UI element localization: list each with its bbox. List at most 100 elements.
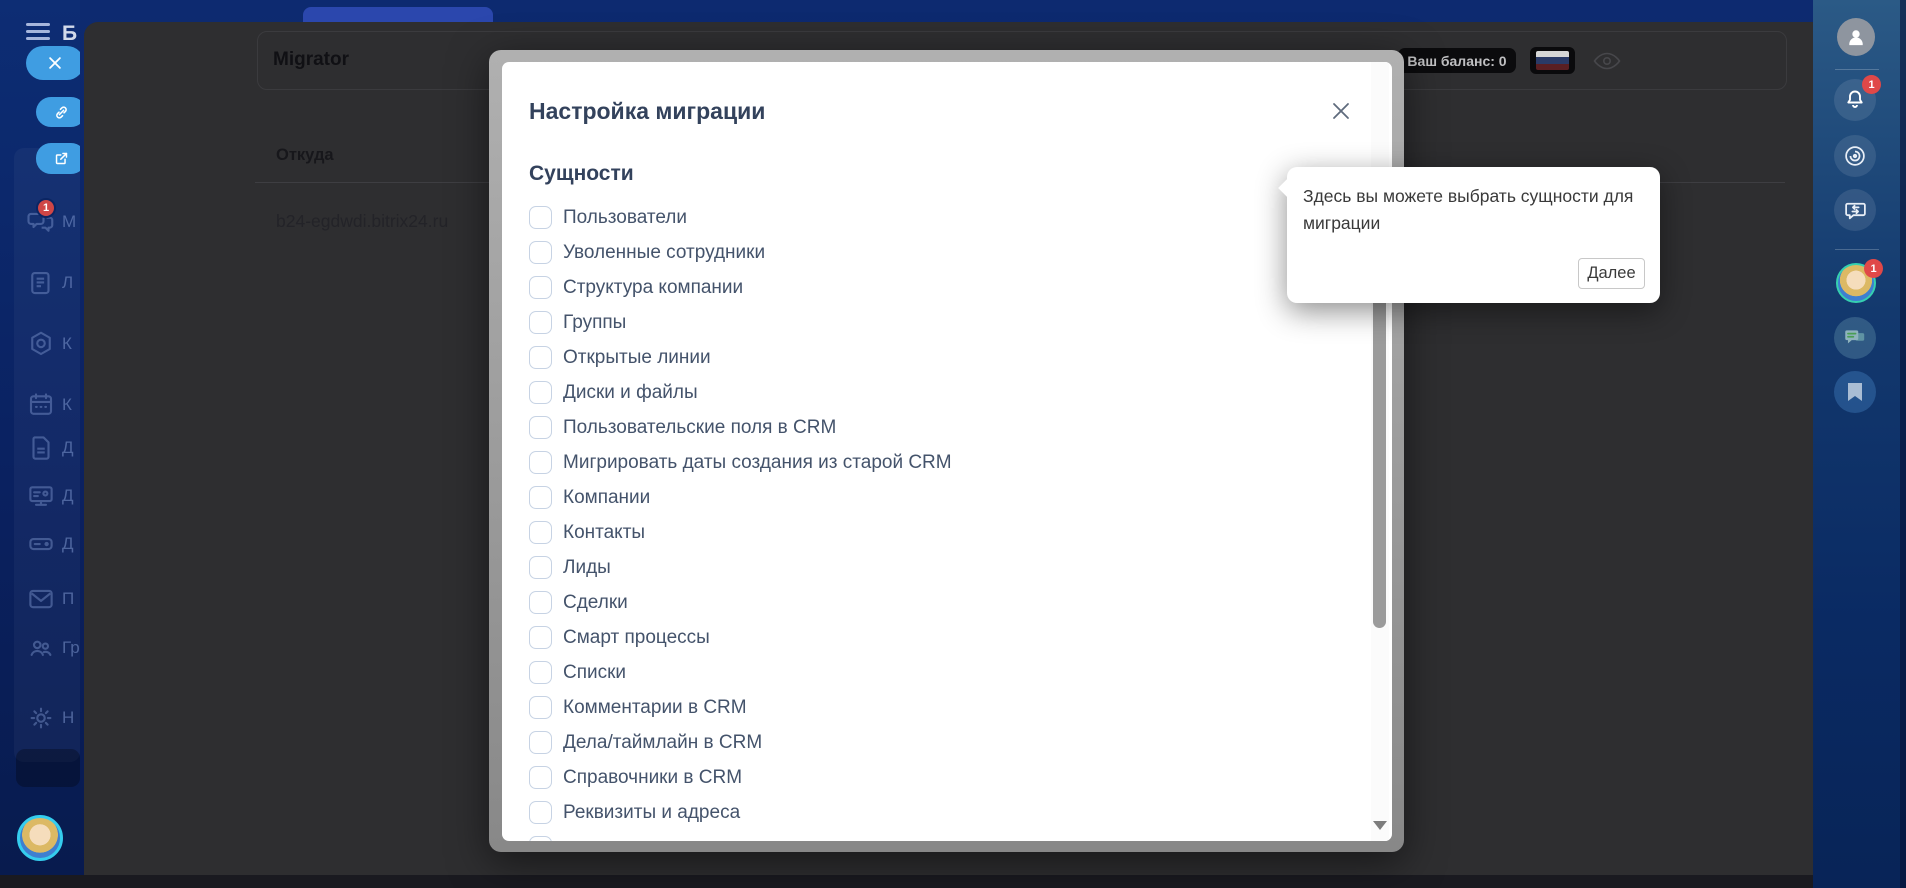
sidebar-bottom-button[interactable] xyxy=(16,749,80,787)
entity-label: Уволенные сотрудники xyxy=(563,241,766,263)
entity-row[interactable]: Справочники в CRM xyxy=(529,760,1352,795)
checkbox[interactable] xyxy=(529,766,552,789)
tour-tooltip: Здесь вы можете выбрать сущности для миг… xyxy=(1278,167,1660,303)
entity-row[interactable]: Пользовательские поля в CRM xyxy=(529,410,1352,445)
entity-row[interactable]: Диски и файлы xyxy=(529,375,1352,410)
bookmark-glyph xyxy=(1848,383,1862,401)
sidebar-item-label[interactable]: Д xyxy=(62,486,74,506)
entity-row[interactable]: Мигрировать даты создания из старой CRM xyxy=(529,445,1352,480)
chat-transfer-icon[interactable] xyxy=(1834,189,1876,231)
right-sidebar: 1 1 xyxy=(1813,0,1906,888)
language-flag-button[interactable] xyxy=(1530,47,1575,74)
entity-label: Смарт процессы xyxy=(563,626,710,648)
sidebar-item-label[interactable]: Д xyxy=(62,534,74,554)
link-icon xyxy=(55,105,67,119)
sidebar-item-label[interactable]: Л xyxy=(62,273,73,293)
groups-icon[interactable] xyxy=(26,633,56,663)
checkbox[interactable] xyxy=(529,731,552,754)
slider-close-button[interactable] xyxy=(26,46,80,80)
checkbox[interactable] xyxy=(529,556,552,579)
checkbox[interactable] xyxy=(529,346,552,369)
entity-row[interactable]: Лиды xyxy=(529,550,1352,585)
entity-row[interactable]: Контакты xyxy=(529,515,1352,550)
checkbox[interactable] xyxy=(529,311,552,334)
entity-row[interactable]: Уволенные сотрудники xyxy=(529,235,1352,270)
copilot-icon[interactable] xyxy=(1834,135,1876,177)
entities-section-title: Сущности xyxy=(529,162,634,185)
checkbox[interactable] xyxy=(529,206,552,229)
checkbox[interactable] xyxy=(529,626,552,649)
bookmark-icon[interactable] xyxy=(1834,371,1876,413)
entity-label: Справочники в CRM xyxy=(563,766,743,788)
checkbox[interactable] xyxy=(529,451,552,474)
entity-label: Сделки xyxy=(563,591,628,613)
entity-row[interactable]: Структура компании xyxy=(529,270,1352,305)
entity-label: Лиды xyxy=(563,556,611,578)
entity-label: Контакты xyxy=(563,521,646,543)
entity-label: Комментарии в CRM xyxy=(563,696,747,718)
copy-link-button[interactable] xyxy=(36,97,80,127)
modal-close-button[interactable] xyxy=(1330,100,1356,126)
entity-row[interactable]: Списки xyxy=(529,655,1352,690)
mail-icon[interactable] xyxy=(26,584,56,614)
sidebar-item-label[interactable]: Д xyxy=(62,438,74,458)
checkbox[interactable] xyxy=(529,416,552,439)
messenger-badge: 1 xyxy=(36,198,56,218)
profile-avatar-icon[interactable] xyxy=(1837,18,1875,56)
checkbox[interactable] xyxy=(529,276,552,299)
current-user-avatar[interactable] xyxy=(17,815,63,861)
checkbox[interactable] xyxy=(529,241,552,264)
entity-row[interactable] xyxy=(529,830,1352,841)
settings-icon[interactable] xyxy=(26,703,56,733)
sidebar-item-label[interactable]: М xyxy=(62,212,76,232)
modal-title: Настройка миграции xyxy=(529,98,766,124)
checkbox[interactable] xyxy=(529,661,552,684)
entity-row[interactable]: Комментарии в CRM xyxy=(529,690,1352,725)
sidebar-item-label[interactable]: П xyxy=(62,589,74,609)
entity-row[interactable]: Группы xyxy=(529,305,1352,340)
entities-list: Пользователи Уволенные сотрудники Структ… xyxy=(529,200,1352,841)
feed-icon[interactable] xyxy=(26,268,56,298)
eye-icon[interactable] xyxy=(1593,52,1621,70)
entity-row[interactable]: Сделки xyxy=(529,585,1352,620)
messenger-chat-icon[interactable] xyxy=(1834,317,1876,359)
app-tab[interactable] xyxy=(303,7,493,22)
entity-row[interactable]: Пользователи xyxy=(529,200,1352,235)
boards-icon[interactable] xyxy=(26,481,56,511)
entity-label: Компании xyxy=(563,486,651,508)
balance-badge[interactable]: Ваш баланс: 0 xyxy=(1398,48,1516,73)
checkbox[interactable] xyxy=(529,696,552,719)
tooltip-text: Здесь вы можете выбрать сущности для миг… xyxy=(1303,186,1634,233)
close-icon xyxy=(49,57,61,69)
docs-icon[interactable] xyxy=(26,433,56,463)
entity-label: Пользовательские поля в CRM xyxy=(563,416,837,438)
open-in-new-window-button[interactable] xyxy=(36,143,80,174)
entity-label: Открытые линии xyxy=(563,346,711,368)
checkbox[interactable] xyxy=(529,381,552,404)
checkbox[interactable] xyxy=(529,801,552,824)
user-avatar-badge: 1 xyxy=(1864,259,1883,278)
entity-label: Дела/таймлайн в CRM xyxy=(563,731,763,753)
drive-icon[interactable] xyxy=(26,529,56,559)
entity-row[interactable]: Компании xyxy=(529,480,1352,515)
entity-row[interactable]: Реквизиты и адреса xyxy=(529,795,1352,830)
checkbox[interactable] xyxy=(529,486,552,509)
entity-row[interactable]: Открытые линии xyxy=(529,340,1352,375)
notifications-badge: 1 xyxy=(1862,75,1881,94)
entity-row[interactable]: Смарт процессы xyxy=(529,620,1352,655)
calendar-icon[interactable] xyxy=(26,390,56,420)
sidebar-item-label[interactable]: Гр xyxy=(62,638,80,658)
table-row[interactable]: b24-egdwdi.bitrix24.ru xyxy=(276,211,448,232)
entity-row[interactable]: Дела/таймлайн в CRM xyxy=(529,725,1352,760)
hamburger-icon[interactable] xyxy=(26,23,50,40)
sidebar-item-label[interactable]: К xyxy=(62,395,72,415)
close-icon xyxy=(1333,103,1349,119)
sidebar-item-label[interactable]: Н xyxy=(62,708,74,728)
next-button[interactable]: Далее xyxy=(1578,258,1645,289)
scrollbar-down-arrow-icon[interactable] xyxy=(1373,821,1387,830)
checkbox[interactable] xyxy=(529,836,552,841)
sidebar-item-label[interactable]: К xyxy=(62,334,72,354)
crm-icon[interactable] xyxy=(26,329,56,359)
checkbox[interactable] xyxy=(529,521,552,544)
checkbox[interactable] xyxy=(529,591,552,614)
